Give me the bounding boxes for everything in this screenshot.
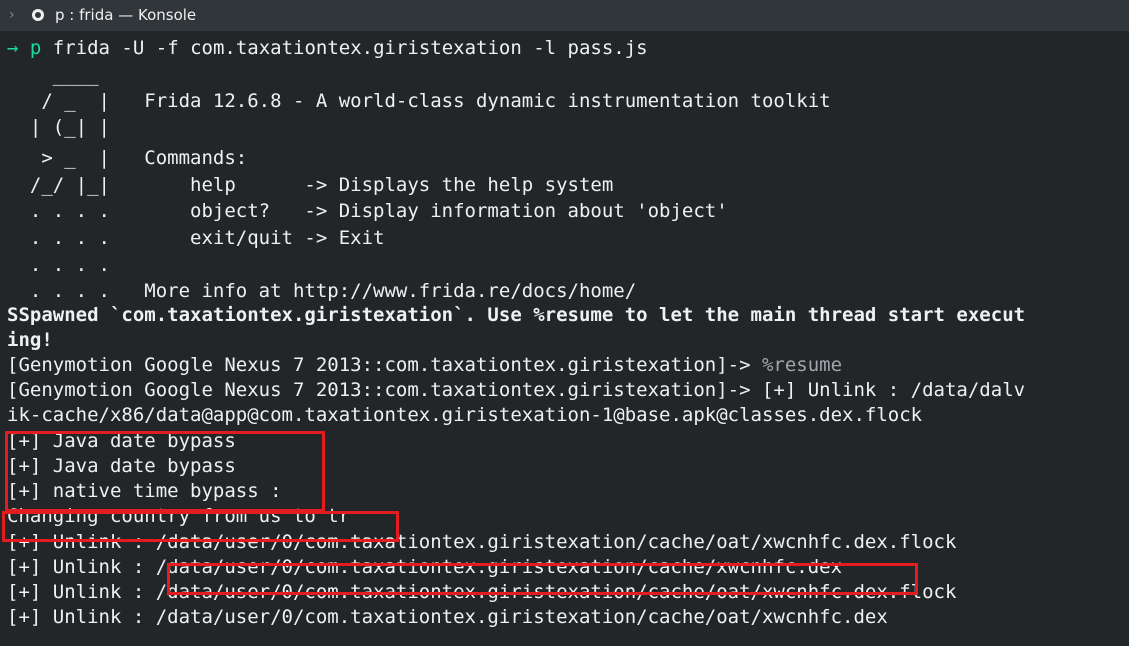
country-change-line: Changing country from us to tr xyxy=(7,505,351,527)
bypass-line: [+] Java date bypass xyxy=(7,455,236,477)
banner-line: /_/ |_| help -> Displays the help system xyxy=(7,174,614,196)
spawned-message: ing! xyxy=(7,329,53,351)
terminal-output[interactable]: → p frida -U -f com.taxationtex.giristex… xyxy=(0,31,1129,646)
unlink-line: [+] Unlink : /data/user/0/com.taxationte… xyxy=(7,581,957,603)
unlink-line: [+] Unlink : /data/user/0/com.taxationte… xyxy=(7,606,888,628)
banner-line: . . . . object? -> Display information a… xyxy=(7,200,728,222)
window-title: p : frida — Konsole xyxy=(55,6,197,24)
banner-line: . . . . More info at http://www.frida.re… xyxy=(7,280,637,302)
unlink-output: ik-cache/x86/data@app@com.taxationtex.gi… xyxy=(7,404,923,426)
banner-line: > _ | Commands: xyxy=(7,147,248,169)
command-line: → p frida -U -f com.taxationtex.giristex… xyxy=(7,35,1122,61)
unlink-line: [+] Unlink : /data/user/0/com.taxationte… xyxy=(7,556,843,578)
resume-line: [Genymotion Google Nexus 7 2013::com.tax… xyxy=(7,352,1122,378)
banner-line: / _ | Frida 12.6.8 - A world-class dynam… xyxy=(7,90,831,112)
unlink-output: [Genymotion Google Nexus 7 2013::com.tax… xyxy=(7,379,1026,401)
banner-line: | (_| | xyxy=(7,116,110,138)
resume-command: %resume xyxy=(761,354,843,376)
banner-line: . . . . xyxy=(7,254,110,276)
banner-line: . . . . exit/quit -> Exit xyxy=(7,227,385,249)
konsole-app-icon xyxy=(32,9,44,21)
konsole-window: › p : frida — Konsole → p frida -U -f co… xyxy=(0,0,1129,646)
command-text: frida -U -f com.taxationtex.giristexatio… xyxy=(41,37,648,59)
prompt-arrow-icon: → xyxy=(7,37,19,59)
repl-prompt: [Genymotion Google Nexus 7 2013::com.tax… xyxy=(7,354,762,376)
prompt-directory: p xyxy=(29,37,42,59)
banner-line: ____ xyxy=(7,64,99,86)
title-bar[interactable]: › p : frida — Konsole xyxy=(0,0,1129,31)
bypass-line: [+] Java date bypass xyxy=(7,430,236,452)
chevron-right-icon[interactable]: › xyxy=(9,6,23,24)
bypass-line: [+] native time bypass : xyxy=(7,480,282,502)
spawned-message: SSpawned `com.taxationtex.giristexation`… xyxy=(7,304,1026,326)
unlink-line: [+] Unlink : /data/user/0/com.taxationte… xyxy=(7,531,957,553)
